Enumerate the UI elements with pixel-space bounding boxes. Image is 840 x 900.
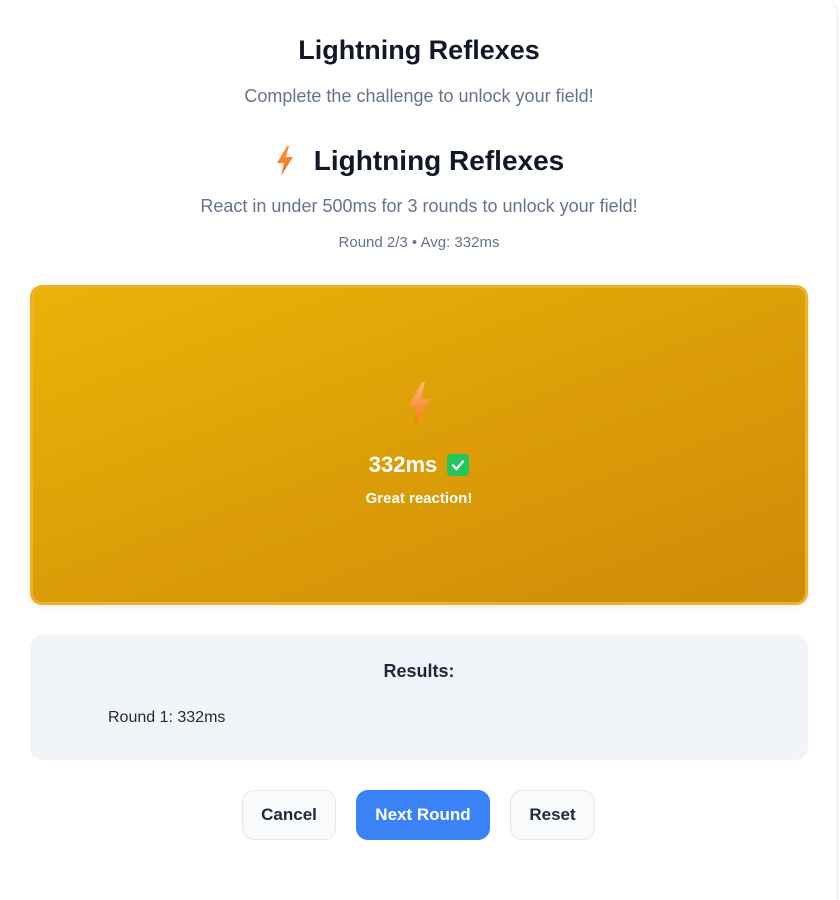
results-list: Round 1: 332ms: [108, 709, 225, 727]
reaction-time-display: 332ms: [33, 452, 805, 478]
check-mark-icon: [447, 454, 470, 476]
lightning-bolt-icon: [408, 382, 430, 426]
reaction-feedback: Great reaction!: [365, 490, 473, 507]
challenge-heading: Lightning Reflexes: [0, 145, 838, 177]
challenge-description: React in under 500ms for 3 rounds to unl…: [200, 196, 638, 216]
challenge-modal: Lightning Reflexes Complete the challeng…: [0, 0, 838, 900]
page-title: Lightning Reflexes: [298, 35, 540, 65]
reaction-time-value: 332ms: [368, 452, 438, 477]
reaction-area[interactable]: 332ms Great reaction!: [30, 285, 808, 605]
result-item: Round 1: 332ms: [108, 709, 226, 726]
next-round-button[interactable]: Next Round: [356, 790, 490, 840]
results-title: Results:: [383, 661, 455, 681]
cancel-button[interactable]: Cancel: [242, 790, 336, 840]
lightning-bolt-icon: [276, 146, 293, 176]
results-panel: Results: Round 1: 332ms: [30, 635, 808, 760]
reset-button[interactable]: Reset: [510, 790, 595, 840]
round-status: Round 2/3 • Avg: 332ms: [338, 234, 500, 251]
challenge-title: Lightning Reflexes: [313, 145, 565, 176]
page-subtitle: Complete the challenge to unlock your fi…: [244, 86, 594, 106]
